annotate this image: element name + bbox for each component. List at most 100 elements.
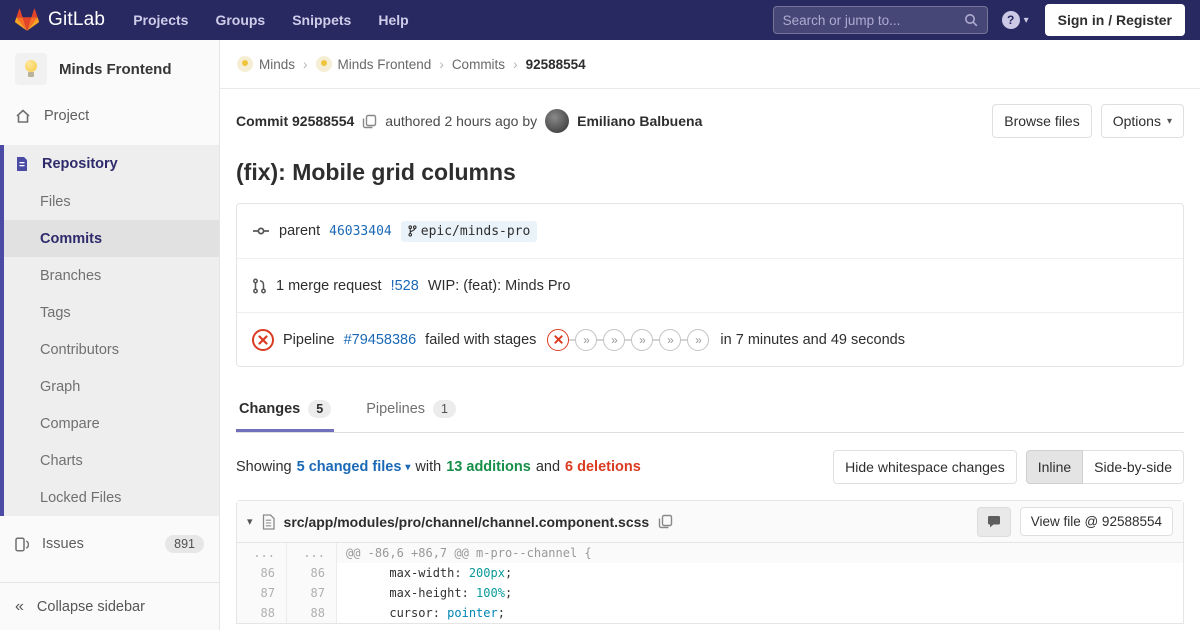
breadcrumb-separator: › bbox=[303, 56, 308, 72]
collapse-diff-icon[interactable]: ▾ bbox=[247, 515, 253, 528]
diff-table: ... ... @@ -86,6 +86,7 @@ m-pro--channel… bbox=[237, 543, 1183, 623]
stage-skipped-icon[interactable]: » bbox=[575, 328, 598, 351]
browse-files-button[interactable]: Browse files bbox=[992, 104, 1092, 138]
code-line: max-width: 200px; bbox=[346, 566, 513, 580]
help-icon: ? bbox=[1001, 11, 1020, 29]
inline-view-button[interactable]: Inline bbox=[1025, 450, 1084, 484]
diff-line-row: 86 86 max-width: 200px; bbox=[237, 563, 1183, 583]
additions-count: 13 additions bbox=[446, 459, 531, 475]
changed-files-dropdown[interactable]: 5 changed files ▾ bbox=[297, 459, 411, 475]
commit-time: 2 hours ago bbox=[444, 113, 519, 129]
old-line-number[interactable]: 87 bbox=[237, 583, 287, 603]
diff-file-panel: ▾ src/app/modules/pro/channel/channel.co… bbox=[236, 500, 1184, 624]
chevron-down-icon: ▾ bbox=[405, 461, 411, 473]
stage-skipped-icon[interactable]: » bbox=[687, 328, 710, 351]
stage-skipped-icon[interactable]: » bbox=[631, 328, 654, 351]
sidebar-item-compare[interactable]: Compare bbox=[4, 405, 219, 442]
mini-pipeline-graph: » » » » » bbox=[547, 328, 710, 351]
new-line-number[interactable]: 87 bbox=[287, 583, 337, 603]
sidebar-item-charts[interactable]: Charts bbox=[4, 442, 219, 479]
sidebar-item-tags[interactable]: Tags bbox=[4, 294, 219, 331]
nav-links: Projects Groups Snippets Help bbox=[133, 12, 409, 28]
breadcrumb-minds[interactable]: Minds bbox=[237, 56, 295, 72]
gitlab-tanuki-icon bbox=[15, 8, 39, 32]
copy-commit-sha-icon[interactable] bbox=[362, 114, 377, 129]
commit-sha-label: Commit 92588554 bbox=[236, 113, 355, 129]
sidebar-item-branches[interactable]: Branches bbox=[4, 257, 219, 294]
sidebar-item-repository[interactable]: Repository bbox=[4, 145, 219, 183]
search-box[interactable] bbox=[772, 6, 988, 34]
repository-icon bbox=[15, 156, 29, 172]
stage-skipped-icon[interactable]: » bbox=[659, 328, 682, 351]
breadcrumb-commits[interactable]: Commits bbox=[452, 57, 505, 72]
diff-view-controls: Hide whitespace changes Inline Side-by-s… bbox=[833, 450, 1184, 484]
file-path-link[interactable]: src/app/modules/pro/channel/channel.comp… bbox=[284, 514, 650, 530]
project-header[interactable]: Minds Frontend bbox=[0, 40, 219, 97]
sidebar-item-locked-files[interactable]: Locked Files bbox=[4, 479, 219, 516]
view-file-button[interactable]: View file @ 92588554 bbox=[1019, 507, 1173, 536]
nav-link-groups[interactable]: Groups bbox=[215, 12, 265, 28]
hide-whitespace-button[interactable]: Hide whitespace changes bbox=[833, 450, 1017, 484]
chevron-down-icon: ▾ bbox=[1023, 14, 1029, 26]
sidebar-item-files[interactable]: Files bbox=[4, 183, 219, 220]
author-name[interactable]: Emiliano Balbuena bbox=[577, 113, 702, 129]
pipeline-id-link[interactable]: #79458386 bbox=[344, 332, 417, 348]
pipeline-label: Pipeline bbox=[283, 331, 335, 348]
old-line-number[interactable]: 88 bbox=[237, 603, 287, 623]
old-line-number[interactable]: 86 bbox=[237, 563, 287, 583]
issues-count-badge: 891 bbox=[165, 535, 204, 553]
pipelines-count-badge: 1 bbox=[433, 400, 456, 418]
changes-summary-bar: Showing 5 changed files ▾ with 13 additi… bbox=[236, 450, 1184, 484]
commit-info-box: parent 46033404 epic/minds-pro 1 merge r… bbox=[236, 203, 1184, 367]
diff-file-header: ▾ src/app/modules/pro/channel/channel.co… bbox=[237, 501, 1183, 543]
nav-link-snippets[interactable]: Snippets bbox=[292, 12, 351, 28]
commit-tabs: Changes 5 Pipelines 1 bbox=[236, 388, 1184, 433]
parent-label: parent bbox=[279, 223, 321, 239]
mr-id-link[interactable]: !528 bbox=[391, 278, 419, 294]
stage-skipped-icon[interactable]: » bbox=[603, 328, 626, 351]
top-navbar: GitLab Projects Groups Snippets Help ? ▾… bbox=[0, 0, 1200, 40]
new-line-number[interactable]: 88 bbox=[287, 603, 337, 623]
search-icon bbox=[964, 13, 978, 27]
breadcrumb-minds-frontend[interactable]: Minds Frontend bbox=[315, 56, 431, 72]
parent-row: parent 46033404 epic/minds-pro bbox=[237, 204, 1183, 258]
author-avatar[interactable] bbox=[545, 109, 570, 133]
nav-link-projects[interactable]: Projects bbox=[133, 12, 188, 28]
authored-text: authored 2 hours ago by bbox=[385, 113, 538, 129]
gitlab-brand[interactable]: GitLab bbox=[15, 8, 105, 32]
old-line-number: ... bbox=[237, 543, 287, 563]
breadcrumb: Minds › Minds Frontend › Commits › 92588… bbox=[220, 40, 1200, 89]
tab-pipelines[interactable]: Pipelines 1 bbox=[363, 388, 459, 432]
side-by-side-view-button[interactable]: Side-by-side bbox=[1083, 450, 1184, 484]
diff-mode-toggle: Inline Side-by-side bbox=[1025, 450, 1184, 484]
issues-icon bbox=[15, 536, 29, 552]
sidebar-item-issues[interactable]: Issues 891 bbox=[0, 524, 219, 564]
pipeline-failed-icon[interactable] bbox=[252, 328, 274, 351]
nav-link-help[interactable]: Help bbox=[378, 12, 408, 28]
parent-sha-link[interactable]: 46033404 bbox=[329, 224, 392, 239]
commit-icon bbox=[252, 224, 270, 238]
commit-header-row: Commit 92588554 authored 2 hours ago by … bbox=[236, 104, 1184, 138]
merge-request-icon bbox=[252, 278, 267, 294]
sign-in-register-button[interactable]: Sign in / Register bbox=[1044, 4, 1185, 36]
tab-changes[interactable]: Changes 5 bbox=[236, 388, 335, 432]
options-dropdown-button[interactable]: Options ▾ bbox=[1100, 104, 1184, 138]
copy-file-path-icon[interactable] bbox=[658, 514, 673, 529]
collapse-sidebar-button[interactable]: « Collapse sidebar bbox=[0, 582, 219, 630]
branch-ref-label[interactable]: epic/minds-pro bbox=[400, 220, 538, 242]
toggle-comments-button[interactable] bbox=[976, 506, 1011, 537]
diff-hunk-row: ... ... @@ -86,6 +86,7 @@ m-pro--channel… bbox=[237, 543, 1183, 563]
new-line-number[interactable]: 86 bbox=[287, 563, 337, 583]
sidebar-item-graph[interactable]: Graph bbox=[4, 368, 219, 405]
sidebar-section-label: Repository bbox=[42, 156, 118, 172]
hunk-header-text: @@ -86,6 +86,7 @@ m-pro--channel { bbox=[337, 543, 1183, 563]
stage-failed-icon[interactable] bbox=[547, 328, 570, 351]
sidebar-item-contributors[interactable]: Contributors bbox=[4, 331, 219, 368]
search-input[interactable] bbox=[782, 12, 964, 28]
lightbulb-icon bbox=[25, 60, 37, 72]
sidebar-item-label: Project bbox=[44, 108, 90, 124]
help-menu[interactable]: ? ▾ bbox=[1001, 11, 1029, 29]
branch-icon bbox=[408, 225, 417, 237]
sidebar-item-commits[interactable]: Commits bbox=[4, 220, 219, 257]
sidebar-item-project[interactable]: Project bbox=[0, 97, 219, 135]
